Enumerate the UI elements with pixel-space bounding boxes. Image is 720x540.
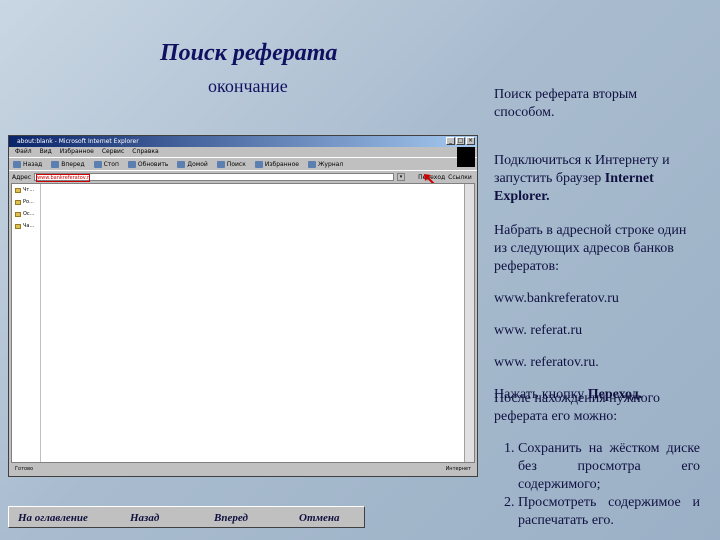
url-item: www. referat.ru bbox=[494, 323, 583, 338]
menu-help[interactable]: Справка bbox=[132, 147, 158, 157]
toolbar-forward-button[interactable]: Вперед bbox=[51, 160, 85, 168]
home-icon bbox=[177, 160, 186, 168]
cancel-button[interactable]: Отмена bbox=[299, 512, 340, 524]
address-input[interactable]: www.bankreferatov.ru bbox=[34, 173, 395, 182]
toolbar-favorites-button[interactable]: Избранное bbox=[254, 160, 299, 168]
folder-icon bbox=[15, 187, 21, 193]
maximize-button[interactable]: □ bbox=[456, 137, 465, 145]
address-highlight: www.bankreferatov.ru bbox=[36, 174, 91, 182]
browser-titlebar: about:blank - Microsoft Internet Explore… bbox=[9, 136, 477, 147]
browser-window-title: about:blank - Microsoft Internet Explore… bbox=[17, 138, 139, 145]
text-block-after: После нахождения нужного реферата его мо… bbox=[494, 376, 700, 530]
toolbar-refresh-button[interactable]: Обновить bbox=[127, 160, 168, 168]
url-item: www. referatov.ru. bbox=[494, 355, 599, 370]
browser-sidebar: Чт... Ро... Ос... Ча... bbox=[12, 184, 41, 462]
steps-list: Сохранить на жёстком диске без просмотра… bbox=[494, 440, 700, 530]
sidebar-item[interactable]: Ос... bbox=[12, 208, 40, 220]
toolbar-search-button[interactable]: Поиск bbox=[216, 160, 246, 168]
ie-logo bbox=[457, 147, 475, 167]
links-label[interactable]: Ссылки bbox=[448, 174, 472, 181]
menu-view[interactable]: Вид bbox=[40, 147, 52, 157]
back-arrow-icon bbox=[13, 160, 21, 168]
text-block-method: Поиск реферата вторым способом. bbox=[494, 87, 638, 120]
minimize-button[interactable]: _ bbox=[446, 137, 455, 145]
forward-arrow-icon bbox=[51, 160, 60, 168]
browser-statusbar: Готово Интернет bbox=[11, 465, 475, 474]
forward-button[interactable]: Вперед bbox=[214, 512, 248, 524]
folder-icon bbox=[15, 199, 21, 205]
stop-icon bbox=[93, 160, 102, 168]
sidebar-item[interactable]: Ро... bbox=[12, 196, 40, 208]
address-label: Адрес bbox=[12, 173, 32, 181]
list-item: Сохранить на жёстком диске без просмотра… bbox=[518, 440, 700, 494]
browser-window: about:blank - Microsoft Internet Explore… bbox=[8, 135, 478, 477]
back-button[interactable]: Назад bbox=[130, 512, 159, 524]
toolbar-back-button[interactable]: Назад bbox=[13, 160, 42, 168]
search-icon bbox=[216, 160, 225, 168]
list-item: Просмотреть содержимое и распечатать его… bbox=[518, 494, 700, 530]
sidebar-item[interactable]: Ча... bbox=[12, 220, 40, 232]
slide-subtitle: окончание bbox=[208, 76, 288, 96]
close-button[interactable]: × bbox=[466, 137, 475, 145]
sidebar-item[interactable]: Чт... bbox=[12, 184, 40, 196]
toolbar-home-button[interactable]: Домой bbox=[177, 160, 208, 168]
menu-file[interactable]: Файл bbox=[15, 147, 32, 157]
toolbar-history-button[interactable]: Журнал bbox=[307, 160, 343, 168]
status-right: Интернет bbox=[445, 466, 471, 472]
menu-tools[interactable]: Сервис bbox=[102, 147, 124, 157]
browser-toolbar: Назад Вперед Стоп Обновить Домой Поиск И… bbox=[9, 157, 477, 170]
address-dropdown-button[interactable]: ▾ bbox=[397, 173, 406, 181]
menu-favorites[interactable]: Избранное bbox=[60, 147, 94, 157]
folder-icon bbox=[15, 211, 21, 217]
address-bar: Адрес www.bankreferatov.ru ▾ Переход Ссы… bbox=[9, 170, 477, 187]
url-item: www.bankreferatov.ru bbox=[494, 291, 619, 306]
star-icon bbox=[254, 160, 263, 168]
toc-button[interactable]: На оглавление bbox=[18, 512, 88, 524]
refresh-icon bbox=[127, 160, 136, 168]
browser-menubar: Файл Вид Избранное Сервис Справка bbox=[9, 147, 477, 167]
vertical-scrollbar[interactable] bbox=[464, 184, 474, 462]
slide-title: Поиск реферата bbox=[160, 40, 338, 66]
slide-nav-bar: На оглавление Назад Вперед Отмена bbox=[8, 506, 365, 528]
folder-icon bbox=[15, 223, 21, 229]
browser-content: Чт... Ро... Ос... Ча... bbox=[11, 183, 475, 463]
toolbar-stop-button[interactable]: Стоп bbox=[93, 160, 119, 168]
history-icon bbox=[307, 160, 316, 168]
status-left: Готово bbox=[15, 466, 34, 472]
